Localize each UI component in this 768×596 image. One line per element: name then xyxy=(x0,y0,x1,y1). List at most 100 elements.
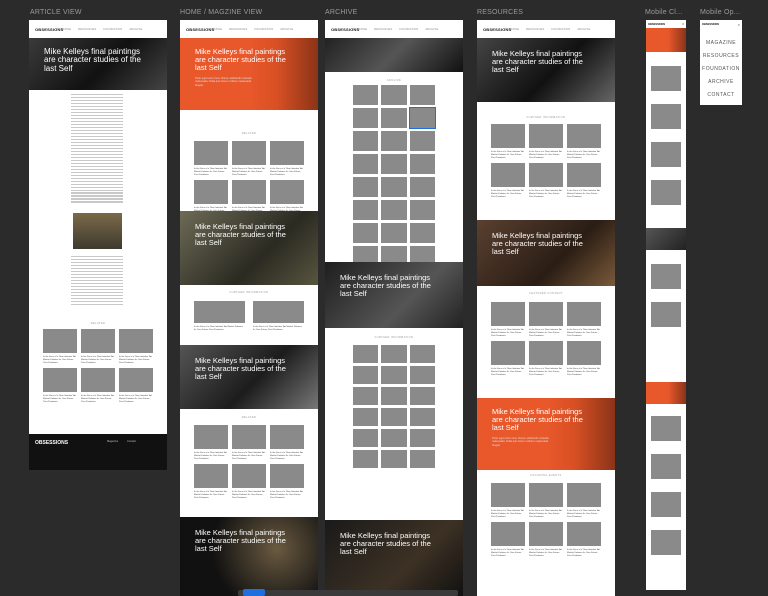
nav-link-magazine[interactable]: MAGAZINE xyxy=(504,28,519,31)
frame-label-mobile-closed[interactable]: Mobile Cl... xyxy=(645,9,682,16)
nav-link-resources[interactable]: RESOURCES xyxy=(78,28,96,31)
archive-item[interactable] xyxy=(409,387,435,405)
archive-item-selected[interactable] xyxy=(408,107,437,129)
nav-link-magazine[interactable]: MAGAZINE xyxy=(56,28,71,31)
archive-item[interactable] xyxy=(353,366,379,384)
frame-mobile-closed[interactable]: OBSESSIONS ≡ xyxy=(646,20,686,590)
horizontal-scroll-track[interactable] xyxy=(238,590,458,596)
archive-item[interactable] xyxy=(409,450,435,468)
archive-item[interactable] xyxy=(409,408,435,426)
archive-item[interactable] xyxy=(409,154,435,174)
design-canvas[interactable]: ARTICLE VIEW HOME / MAGZINE VIEW ARCHIVE… xyxy=(0,0,768,596)
footer-col-magazine[interactable]: Magazine xyxy=(107,440,118,443)
frame-label-article[interactable]: ARTICLE VIEW xyxy=(30,9,82,16)
card[interactable] xyxy=(651,66,681,91)
frame-resources[interactable]: OBSESSIONS MAGAZINE RESOURCES FOUNDATION… xyxy=(477,20,615,596)
archive-item[interactable] xyxy=(381,366,407,384)
card[interactable]: In the Face of a 'New Initiative' Art Ma… xyxy=(253,301,304,332)
card[interactable] xyxy=(651,142,681,167)
nav-logo[interactable]: OBSESSIONS xyxy=(35,27,63,32)
card[interactable]: In the Face of a 'New Initiative' Art Ma… xyxy=(529,124,563,159)
frame-mobile-open[interactable]: OBSESSIONS ✕ MAGAZINE RESOURCES FOUNDATI… xyxy=(700,20,742,105)
nav-link-resources[interactable]: RESOURCES xyxy=(229,28,247,31)
mobile-menu-contact[interactable]: CONTACT xyxy=(700,92,742,98)
archive-item[interactable] xyxy=(353,223,379,243)
card[interactable]: In the Face of a 'New Initiative' Art Ma… xyxy=(232,425,266,460)
card[interactable]: In the Face of a 'New Initiative' Art Ma… xyxy=(529,483,563,518)
archive-item[interactable] xyxy=(381,345,407,363)
nav-link-archive[interactable]: ARCHIVE xyxy=(425,28,438,31)
card[interactable]: In the Face of a 'New Initiative' Art Ma… xyxy=(529,522,563,557)
nav-link-foundation[interactable]: FOUNDATION xyxy=(254,28,273,31)
card[interactable]: In the Face of a 'New Initiative' Art Ma… xyxy=(232,464,266,499)
footer-col-contact[interactable]: Contact xyxy=(127,440,136,443)
card[interactable]: In the Face of a 'New Initiative' Art Ma… xyxy=(81,329,115,364)
archive-item[interactable] xyxy=(353,85,379,105)
nav-link-magazine[interactable]: MAGAZINE xyxy=(352,28,367,31)
nav-link-archive[interactable]: ARCHIVE xyxy=(129,28,142,31)
card[interactable]: In the Face of a 'New Initiative' Art Ma… xyxy=(194,464,228,499)
mobile-logo[interactable]: OBSESSIONS xyxy=(648,23,665,26)
card[interactable] xyxy=(651,454,681,479)
archive-item[interactable] xyxy=(381,429,407,447)
archive-item[interactable] xyxy=(353,408,379,426)
card[interactable] xyxy=(651,492,681,517)
card[interactable]: In the Face of a 'New Initiative' Art Ma… xyxy=(567,522,601,557)
nav-logo[interactable]: OBSESSIONS xyxy=(483,27,511,32)
card[interactable]: In the Face of a 'New Initiative' Art Ma… xyxy=(567,124,601,159)
frame-article[interactable]: OBSESSIONS MAGAZINE RESOURCES FOUNDATION… xyxy=(29,20,167,470)
nav-logo[interactable]: OBSESSIONS xyxy=(186,27,214,32)
archive-item[interactable] xyxy=(381,200,407,220)
frame-label-resources[interactable]: RESOURCES xyxy=(477,9,523,16)
archive-item[interactable] xyxy=(409,177,435,197)
card[interactable]: In the Face of a 'New Initiative' Art Ma… xyxy=(81,368,115,403)
card[interactable]: In the Face of a 'New Initiative' Art Ma… xyxy=(194,301,245,332)
archive-item[interactable] xyxy=(381,154,407,174)
card[interactable]: In the Face of a 'New Initiative' Art Ma… xyxy=(567,163,601,198)
nav-link-foundation[interactable]: FOUNDATION xyxy=(103,28,122,31)
card[interactable]: In the Face of a 'New Initiative' Art Ma… xyxy=(529,163,563,198)
archive-item[interactable] xyxy=(353,450,379,468)
card[interactable]: In the Face of a 'New Initiative' Art Ma… xyxy=(491,163,525,198)
archive-item[interactable] xyxy=(353,177,379,197)
footer-logo[interactable]: OBSESSIONS xyxy=(35,440,68,446)
nav-link-resources[interactable]: RESOURCES xyxy=(526,28,544,31)
archive-item[interactable] xyxy=(381,131,407,151)
nav-link-archive[interactable]: ARCHIVE xyxy=(577,28,590,31)
card[interactable]: In the Face of a 'New Initiative' Art Ma… xyxy=(119,329,153,364)
archive-item[interactable] xyxy=(353,387,379,405)
mobile-menu-resources[interactable]: RESOURCES xyxy=(700,53,742,59)
frame-label-archive[interactable]: ARCHIVE xyxy=(325,9,358,16)
card[interactable] xyxy=(651,302,681,327)
card[interactable]: In the Face of a 'New Initiative' Art Ma… xyxy=(491,522,525,557)
card[interactable]: In the Face of a 'New Initiative' Art Ma… xyxy=(529,302,563,337)
archive-item[interactable] xyxy=(381,387,407,405)
frame-label-home[interactable]: HOME / MAGZINE VIEW xyxy=(180,9,262,16)
archive-item[interactable] xyxy=(381,108,407,128)
archive-item[interactable] xyxy=(381,450,407,468)
archive-item[interactable] xyxy=(409,345,435,363)
archive-item[interactable] xyxy=(409,85,435,105)
archive-item[interactable] xyxy=(353,429,379,447)
archive-item[interactable] xyxy=(381,177,407,197)
card[interactable]: In the Face of a 'New Initiative' Art Ma… xyxy=(567,341,601,376)
mobile-logo[interactable]: OBSESSIONS xyxy=(702,23,719,26)
archive-item[interactable] xyxy=(381,408,407,426)
card[interactable]: In the Face of a 'New Initiative' Art Ma… xyxy=(491,483,525,518)
nav-link-foundation[interactable]: FOUNDATION xyxy=(399,28,418,31)
card[interactable]: In the Face of a 'New Initiative' Art Ma… xyxy=(567,483,601,518)
card[interactable]: In the Face of a 'New Initiative' Art Ma… xyxy=(270,141,304,176)
archive-item[interactable] xyxy=(409,131,435,151)
card[interactable] xyxy=(651,530,681,555)
archive-item[interactable] xyxy=(409,429,435,447)
mobile-menu-magazine[interactable]: MAGAZINE xyxy=(700,40,742,46)
archive-item[interactable] xyxy=(409,200,435,220)
card[interactable]: In the Face of a 'New Initiative' Art Ma… xyxy=(529,341,563,376)
nav-link-resources[interactable]: RESOURCES xyxy=(374,28,392,31)
card[interactable]: In the Face of a 'New Initiative' Art Ma… xyxy=(194,141,228,176)
card[interactable] xyxy=(651,264,681,289)
hamburger-icon[interactable]: ≡ xyxy=(682,22,684,26)
archive-item[interactable] xyxy=(353,154,379,174)
nav-link-archive[interactable]: ARCHIVE xyxy=(280,28,293,31)
card[interactable]: In the Face of a 'New Initiative' Art Ma… xyxy=(119,368,153,403)
